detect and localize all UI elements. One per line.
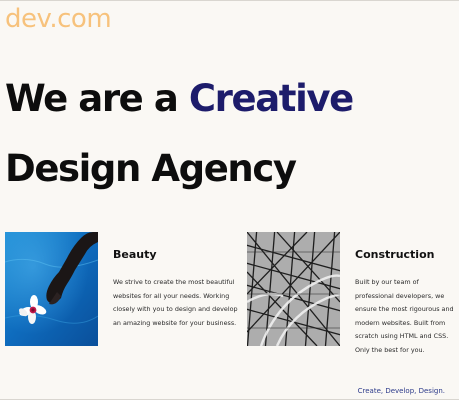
hero-heading-line-2: Design Agency <box>5 147 297 190</box>
service-description-beauty: We strive to create the most beautiful w… <box>113 278 238 327</box>
hero-heading-accent: Creative <box>188 77 354 120</box>
hero-heading-line-1: We are a Creative <box>5 76 354 122</box>
service-description-construction: Built by our team of professional develo… <box>355 278 454 354</box>
service-title-construction: Construction <box>355 248 435 261</box>
hero-heading-prefix: We are a <box>5 77 189 120</box>
construction-illustration <box>247 232 340 346</box>
beauty-illustration <box>5 232 98 346</box>
footer-tagline: Create, Develop, Design. <box>357 387 445 395</box>
site-logo[interactable]: dev.com <box>5 1 112 37</box>
beauty-image <box>5 232 98 346</box>
service-title-beauty: Beauty <box>113 248 157 261</box>
construction-image <box>247 232 340 346</box>
